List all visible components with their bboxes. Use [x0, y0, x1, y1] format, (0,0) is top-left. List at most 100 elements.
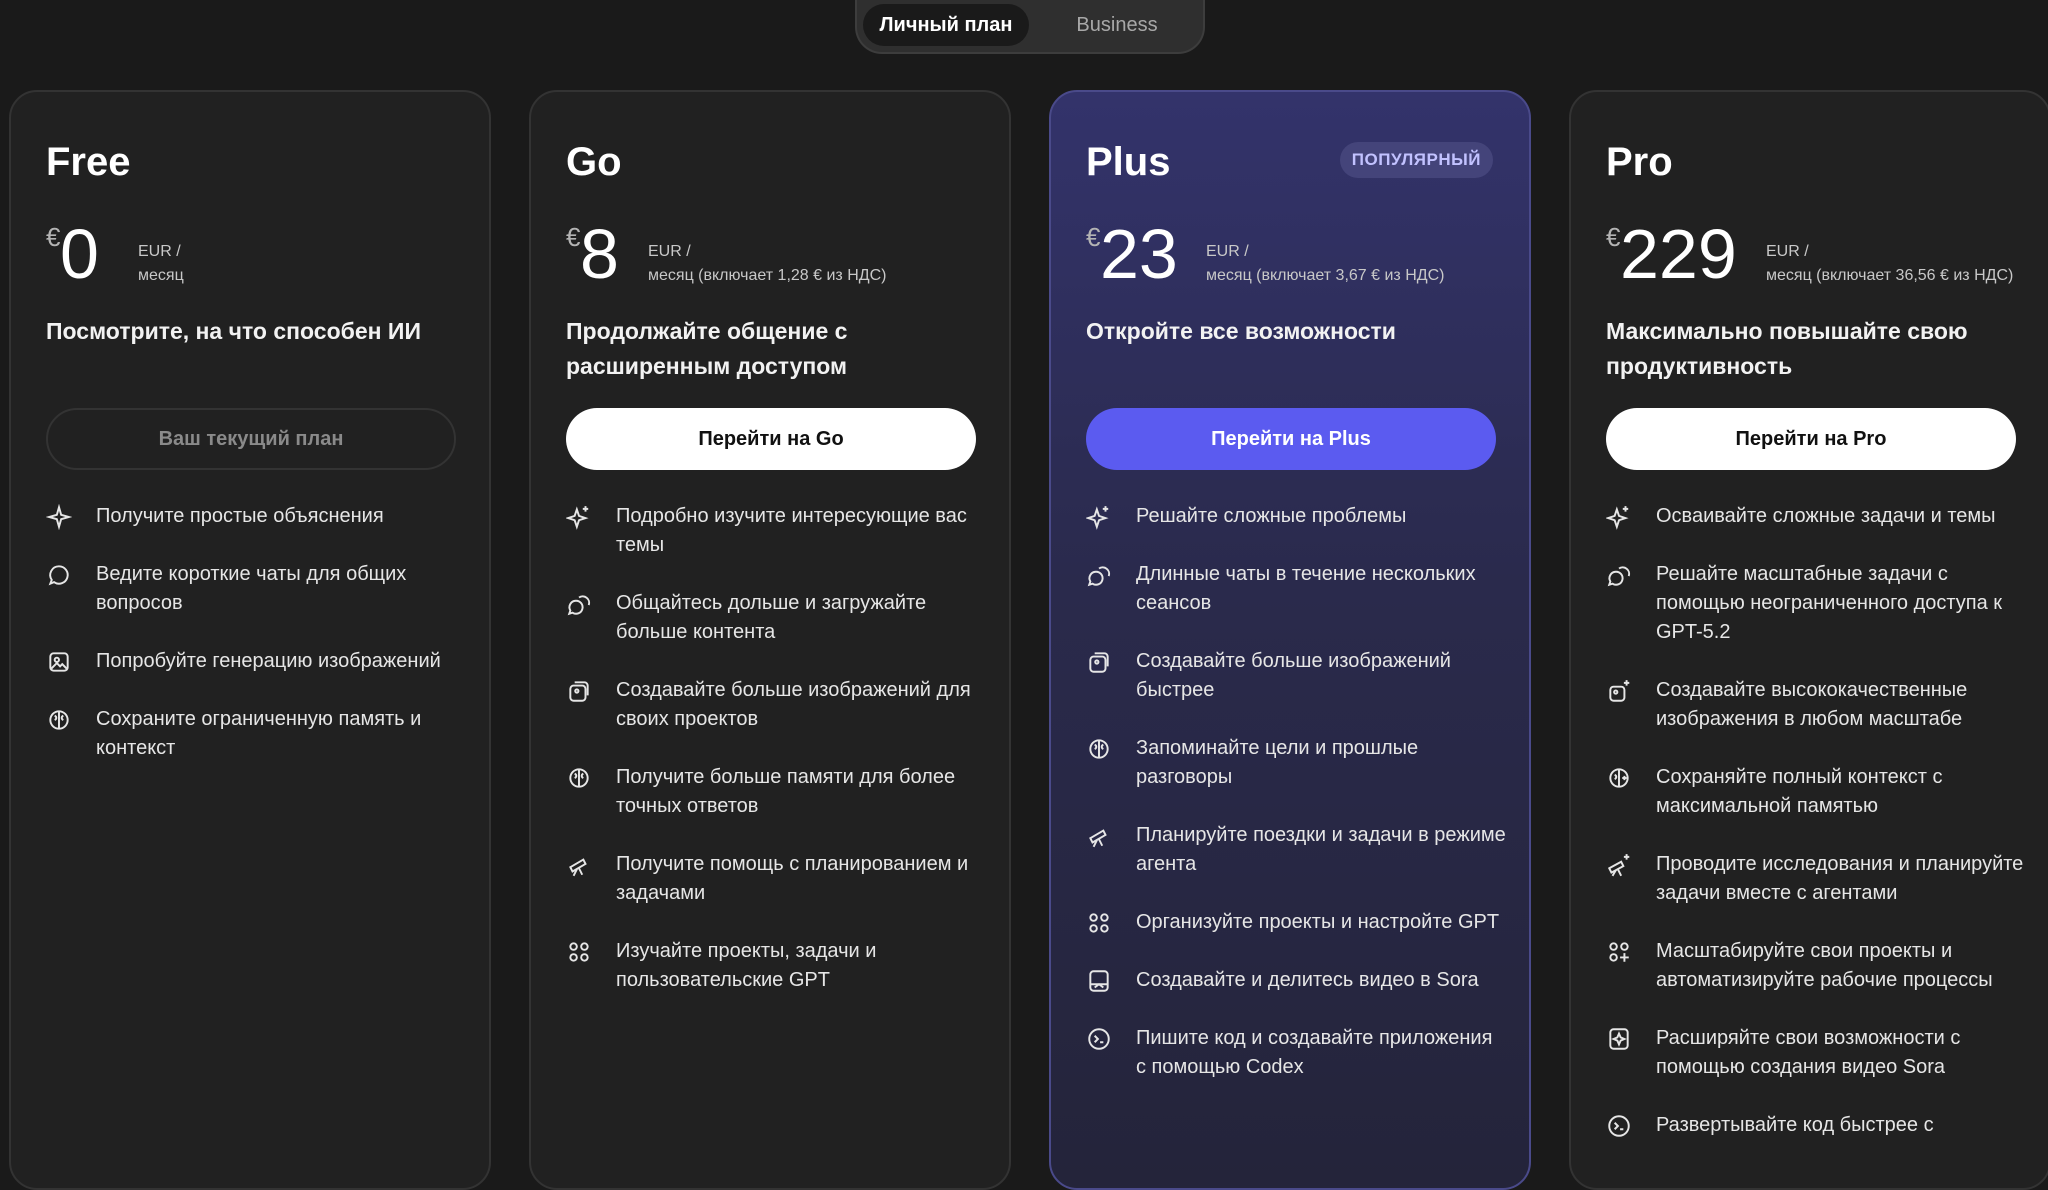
brain-icon — [566, 765, 592, 791]
feature-text: Расширяйте свои возможности с помощью со… — [1656, 1027, 1961, 1078]
feature-item: Общайтесь дольше и загружайте больше кон… — [566, 589, 986, 647]
tab-business[interactable]: Business — [1047, 4, 1187, 46]
feature-text: Длинные чаты в течение нескольких сеансо… — [1136, 563, 1476, 614]
price-period: EUR / месяц (включает 36,56 € из НДС) — [1766, 240, 2013, 288]
plan-name: Free — [46, 140, 131, 184]
feature-item: Расширяйте свои возможности с помощью со… — [1606, 1024, 2026, 1082]
plan-tagline: Откройте все возможности — [1086, 318, 1396, 344]
images-sparkle-icon — [1606, 678, 1632, 704]
plan-card-plus: Plus ПОПУЛЯРНЫЙ € 23 EUR / месяц (включа… — [1049, 90, 1531, 1190]
feature-list: Подробно изучите интересующие вас темы О… — [566, 502, 986, 1024]
chat-bubbles-icon — [566, 591, 592, 617]
price-amount: 229 — [1620, 215, 1737, 293]
feature-item: Получите помощь с планированием и задача… — [566, 850, 986, 908]
price-amount: 0 — [60, 215, 99, 293]
price-period-detail: месяц — [138, 267, 184, 284]
apps-icon — [1086, 910, 1112, 936]
chat-bubbles-icon — [1606, 562, 1632, 588]
chat-bubble-icon — [46, 562, 72, 588]
feature-item: Решайте масштабные задачи с помощью неог… — [1606, 560, 2026, 647]
price-period-unit: EUR / — [648, 243, 691, 260]
feature-text: Организуйте проекты и настройте GPT — [1136, 911, 1500, 933]
telescope-icon — [1086, 823, 1112, 849]
price-period-unit: EUR / — [138, 243, 181, 260]
feature-text: Получите больше памяти для более точных … — [616, 766, 956, 817]
apps-plus-icon — [1606, 939, 1632, 965]
feature-text: Общайтесь дольше и загружайте больше кон… — [616, 592, 927, 643]
feature-item: Создавайте и делитесь видео в Sora — [1086, 966, 1506, 995]
images-icon — [1086, 649, 1112, 675]
plan-tagline: Посмотрите, на что способен ИИ — [46, 318, 421, 344]
feature-item: Решайте сложные проблемы — [1086, 502, 1506, 531]
feature-item: Сохраните ограниченную память и контекст — [46, 705, 466, 763]
feature-text: Создавайте больше изображений быстрее — [1136, 650, 1451, 701]
plan-card-free: Free € 0 EUR / месяц Посмотрите, на что … — [9, 90, 491, 1190]
currency-symbol: € — [566, 222, 581, 252]
telescope-icon — [566, 852, 592, 878]
price-period-detail: месяц (включает 1,28 € из НДС) — [648, 267, 887, 284]
plan-tagline: Максимально повышайте свою продуктивност… — [1606, 318, 1968, 379]
feature-text: Развертывайте код быстрее с — [1656, 1114, 1934, 1136]
upgrade-pro-button[interactable]: Перейти на Pro — [1606, 408, 2016, 470]
apps-icon — [566, 939, 592, 965]
plan-card-pro: Pro € 229 EUR / месяц (включает 36,56 € … — [1569, 90, 2048, 1190]
feature-text: Получите помощь с планированием и задача… — [616, 853, 969, 904]
feature-text: Получите простые объяснения — [96, 505, 384, 527]
upgrade-plus-button[interactable]: Перейти на Plus — [1086, 408, 1496, 470]
video-icon — [1086, 968, 1112, 994]
price-period: EUR / месяц (включает 1,28 € из НДС) — [648, 240, 886, 288]
feature-text: Масштабируйте свои проекты и автоматизир… — [1656, 940, 1993, 991]
chat-bubbles-icon — [1086, 562, 1112, 588]
feature-text: Запоминайте цели и прошлые разговоры — [1136, 737, 1419, 788]
popular-badge: ПОПУЛЯРНЫЙ — [1339, 142, 1493, 178]
terminal-icon — [1606, 1113, 1632, 1139]
feature-list: Решайте сложные проблемы Длинные чаты в … — [1086, 502, 1506, 1111]
feature-text: Изучайте проекты, задачи и пользовательс… — [616, 940, 877, 991]
price-period-detail: месяц (включает 3,67 € из НДС) — [1206, 267, 1445, 284]
plan-card-go: Go € 8 EUR / месяц (включает 1,28 € из Н… — [529, 90, 1011, 1190]
brain-icon — [46, 707, 72, 733]
feature-text: Пишите код и создавайте приложения с пом… — [1136, 1027, 1493, 1078]
feature-item: Длинные чаты в течение нескольких сеансо… — [1086, 560, 1506, 618]
feature-list: Осваивайте сложные задачи и темы Решайте… — [1606, 502, 2026, 1169]
feature-item: Создавайте высококачественные изображени… — [1606, 676, 2026, 734]
price-period-unit: EUR / — [1766, 243, 1809, 260]
feature-text: Создавайте больше изображений для своих … — [616, 679, 971, 730]
upgrade-go-button[interactable]: Перейти на Go — [566, 408, 976, 470]
feature-item: Организуйте проекты и настройте GPT — [1086, 908, 1506, 937]
feature-item: Проводите исследования и планируйте зада… — [1606, 850, 2026, 908]
feature-text: Сохраняйте полный контекст с максимально… — [1656, 766, 1943, 817]
feature-item: Подробно изучите интересующие вас темы — [566, 502, 986, 560]
price-period-unit: EUR / — [1206, 243, 1249, 260]
feature-item: Развертывайте код быстрее с — [1606, 1111, 2026, 1140]
feature-text: Осваивайте сложные задачи и темы — [1656, 505, 1996, 527]
image-icon — [46, 649, 72, 675]
current-plan-button: Ваш текущий план — [46, 408, 456, 470]
terminal-icon — [1086, 1026, 1112, 1052]
plan-type-toggle[interactable]: Личный план Business — [855, 0, 1205, 54]
tab-personal-plan[interactable]: Личный план — [863, 4, 1029, 46]
price-period: EUR / месяц (включает 3,67 € из НДС) — [1206, 240, 1444, 288]
plan-tagline: Продолжайте общение с расширенным доступ… — [566, 318, 848, 379]
feature-item: Изучайте проекты, задачи и пользовательс… — [566, 937, 986, 995]
feature-item: Попробуйте генерацию изображений — [46, 647, 466, 676]
feature-item: Создавайте больше изображений для своих … — [566, 676, 986, 734]
feature-item: Получите больше памяти для более точных … — [566, 763, 986, 821]
feature-item: Запоминайте цели и прошлые разговоры — [1086, 734, 1506, 792]
feature-text: Попробуйте генерацию изображений — [96, 650, 441, 672]
sparkles-icon — [1086, 504, 1112, 530]
brain-icon — [1086, 736, 1112, 762]
sparkle-icon — [46, 504, 72, 530]
telescope-sparkle-icon — [1606, 852, 1632, 878]
feature-text: Создавайте высококачественные изображени… — [1656, 679, 1968, 730]
feature-item: Создавайте больше изображений быстрее — [1086, 647, 1506, 705]
feature-item: Масштабируйте свои проекты и автоматизир… — [1606, 937, 2026, 995]
price-amount: 23 — [1100, 215, 1178, 293]
feature-item: Сохраняйте полный контекст с максимально… — [1606, 763, 2026, 821]
feature-item: Планируйте поездки и задачи в режиме аге… — [1086, 821, 1506, 879]
currency-symbol: € — [1606, 222, 1621, 252]
currency-symbol: € — [1086, 222, 1101, 252]
feature-item: Получите простые объяснения — [46, 502, 466, 531]
images-icon — [566, 678, 592, 704]
feature-text: Ведите короткие чаты для общих вопросов — [96, 563, 407, 614]
